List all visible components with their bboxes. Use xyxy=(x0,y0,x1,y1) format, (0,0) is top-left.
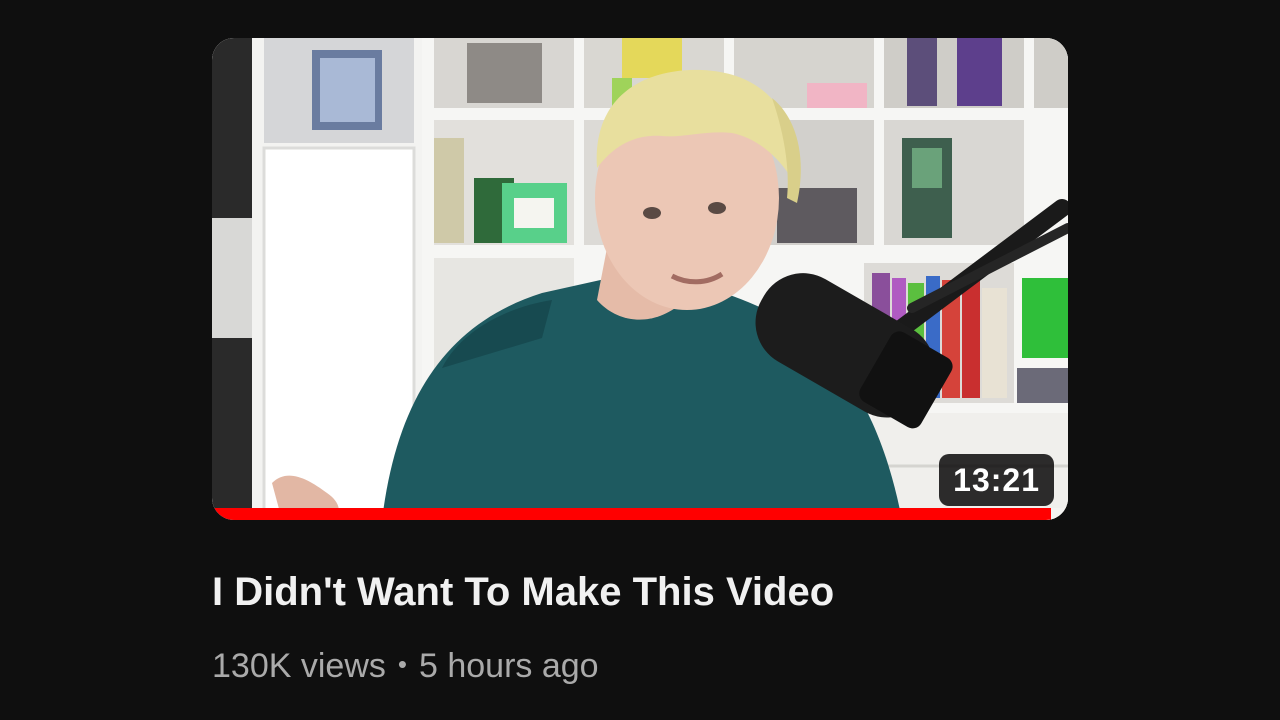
watch-progress-bar xyxy=(212,508,1051,520)
view-count: 130K views xyxy=(212,647,386,685)
thumbnail-image xyxy=(212,38,1068,520)
duration-badge: 13:21 xyxy=(939,454,1054,506)
video-metadata: 130K views • 5 hours ago xyxy=(212,646,1068,688)
watch-progress-track xyxy=(212,508,1068,520)
video-thumbnail[interactable]: 13:21 xyxy=(212,38,1068,520)
video-title[interactable]: I Didn't Want To Make This Video xyxy=(212,568,1068,616)
video-card[interactable]: 13:21 I Didn't Want To Make This Video 1… xyxy=(212,38,1068,688)
upload-time: 5 hours ago xyxy=(418,647,599,685)
separator-dot: • xyxy=(397,649,407,680)
